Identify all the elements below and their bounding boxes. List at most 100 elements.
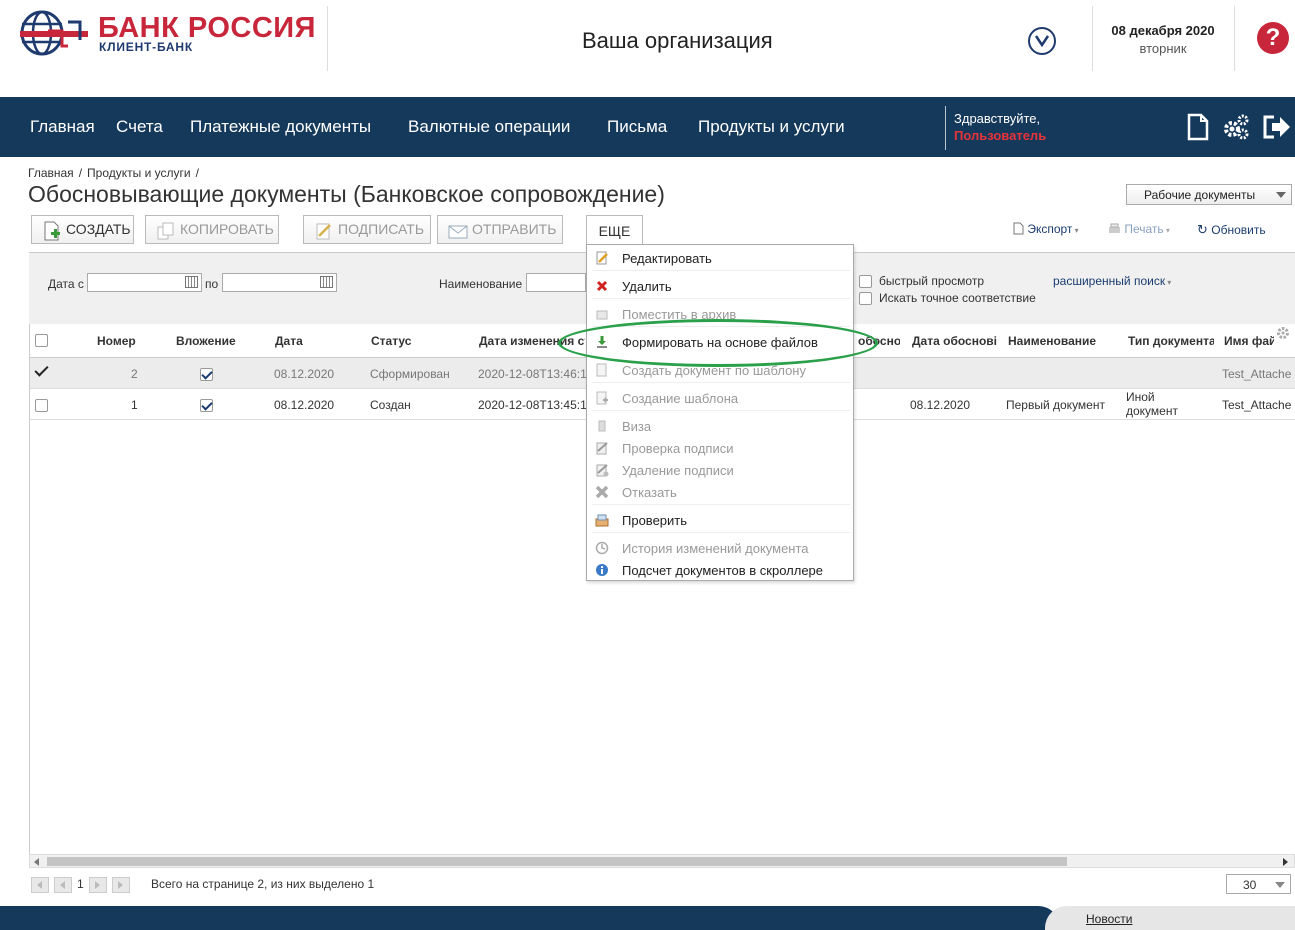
row-checkbox[interactable]	[35, 399, 48, 412]
menu-item-create-template[interactable]: Создание шаблона	[588, 387, 852, 409]
menu-item-count-documents[interactable]: Подсчет документов в скроллере	[588, 559, 852, 581]
nav-item-payments[interactable]: Платежные документы	[190, 117, 371, 137]
refresh-icon: ↻	[1197, 222, 1208, 237]
name-input[interactable]	[526, 273, 586, 292]
nav-item-currency[interactable]: Валютные операции	[408, 117, 570, 137]
column-settings-gear-icon[interactable]	[1276, 326, 1290, 340]
quick-view-checkbox[interactable]	[859, 275, 872, 288]
next-page-button[interactable]	[89, 877, 107, 893]
column-header-name[interactable]: Наименование	[1008, 334, 1096, 348]
nav-item-products[interactable]: Продукты и услуги	[698, 117, 845, 137]
header-divider	[1234, 6, 1235, 71]
column-header-number[interactable]: Номер	[97, 334, 136, 348]
menu-separator	[592, 504, 850, 505]
menu-item-create-from-template[interactable]: Создать документ по шаблону	[588, 359, 852, 381]
column-header-status-changed[interactable]: Дата изменения ст	[479, 334, 585, 348]
footer-news-tab	[1045, 906, 1295, 930]
advanced-search-link[interactable]: расширенный поиск ▾	[1053, 274, 1171, 288]
page-title: Обосновывающие документы (Банковское соп…	[28, 181, 665, 207]
column-header-date[interactable]: Дата	[275, 334, 303, 348]
current-date: 08 декабря 2020	[1111, 23, 1215, 38]
first-page-button[interactable]	[31, 877, 49, 893]
menu-item-edit[interactable]: Редактировать	[588, 247, 852, 269]
column-header-basis-date[interactable]: Дата обоснові	[912, 334, 998, 348]
print-button[interactable]: Печать ▾	[1108, 222, 1170, 236]
cell-date: 08.12.2020	[274, 398, 335, 412]
user-name[interactable]: Пользователь	[954, 128, 1046, 143]
cell-status-changed: 2020-12-08T13:45:1	[478, 398, 586, 412]
column-header-attachment[interactable]: Вложение	[176, 334, 236, 348]
menu-item-check-signature[interactable]: Проверка подписи	[588, 437, 852, 459]
menu-item-remove-signature[interactable]: Удаление подписи	[588, 459, 852, 481]
menu-item-label: Отказать	[622, 485, 677, 500]
logout-icon[interactable]	[1262, 113, 1290, 141]
column-header-doc-type[interactable]: Тип документа	[1128, 334, 1214, 348]
exact-match-checkbox[interactable]	[859, 292, 872, 305]
template-doc-icon	[596, 363, 607, 377]
cell-date: 08.12.2020	[274, 367, 335, 381]
menu-item-history[interactable]: История изменений документа	[588, 537, 852, 559]
menu-item-visa[interactable]: Виза	[588, 415, 852, 437]
header: БАНК РОССИЯ КЛИЕНТ-БАНК Ваша организация…	[0, 0, 1295, 97]
document-view-select[interactable]: Рабочие документы	[1126, 184, 1292, 205]
scrollbar-thumb[interactable]	[47, 857, 1067, 866]
sign-button[interactable]: ПОДПИСАТЬ	[303, 215, 431, 244]
calendar-icon[interactable]	[320, 276, 333, 288]
delete-icon	[596, 280, 608, 292]
attachment-checkbox	[200, 399, 213, 412]
help-icon[interactable]: ?	[1257, 22, 1289, 54]
menu-item-delete[interactable]: Удалить	[588, 275, 852, 297]
nav-item-accounts[interactable]: Счета	[116, 117, 163, 137]
menu-item-verify[interactable]: Проверить	[588, 509, 852, 531]
menu-item-form-from-files[interactable]: Формировать на основе файлов	[588, 331, 852, 353]
scroll-right-icon[interactable]	[1283, 858, 1288, 866]
exact-match-label: Искать точное соответствие	[879, 291, 1036, 305]
create-label: СОЗДАТЬ	[66, 221, 131, 237]
cell-name: Первый документ	[1006, 398, 1105, 412]
archive-icon	[596, 310, 608, 320]
last-page-button[interactable]	[112, 877, 130, 893]
menu-item-archive[interactable]: Поместить в архив	[588, 303, 852, 325]
date-to-input[interactable]	[222, 273, 337, 292]
prev-page-button[interactable]	[54, 877, 72, 893]
menu-item-label: Создать документ по шаблону	[622, 363, 806, 378]
select-all-checkbox[interactable]	[35, 334, 48, 347]
cell-basis-date: 08.12.2020	[910, 398, 971, 412]
menu-item-reject[interactable]: Отказать	[588, 481, 852, 503]
cell-doc-type: Иной документ	[1126, 390, 1178, 418]
refresh-button[interactable]: ↻ Обновить	[1197, 222, 1266, 238]
page-size-select[interactable]: 30	[1226, 874, 1291, 894]
calendar-icon[interactable]	[185, 276, 198, 288]
more-button[interactable]: ЕЩЕ	[586, 215, 643, 245]
document-icon[interactable]	[1186, 113, 1214, 141]
horizontal-scrollbar[interactable]	[29, 854, 1295, 868]
remove-sign-icon	[596, 464, 609, 477]
copy-button[interactable]: КОПИРОВАТЬ	[145, 215, 279, 244]
breadcrumb: Главная / Продукты и услуги /	[28, 166, 204, 180]
chevron-down-icon	[1035, 35, 1049, 47]
news-link[interactable]: Новости	[1086, 912, 1132, 926]
nav-item-home[interactable]: Главная	[30, 117, 95, 137]
column-header-basis[interactable]: обосно	[858, 334, 900, 348]
nav-item-letters[interactable]: Письма	[607, 117, 667, 137]
send-button[interactable]: ОТПРАВИТЬ	[437, 215, 563, 244]
date-from-input[interactable]	[87, 273, 202, 292]
row-checkbox[interactable]	[34, 365, 47, 378]
breadcrumb-home[interactable]: Главная	[28, 166, 74, 180]
date-from-label: Дата с	[48, 277, 84, 291]
header-divider	[1092, 6, 1093, 71]
organization-switch-button[interactable]	[1028, 27, 1056, 55]
print-label: Печать	[1124, 222, 1164, 236]
cell-status-changed: 2020-12-08T13:46:1	[478, 367, 586, 381]
settings-gears-icon[interactable]	[1222, 113, 1250, 141]
menu-item-label: Поместить в архив	[622, 307, 737, 322]
column-header-file-name[interactable]: Имя фай	[1224, 334, 1274, 348]
export-button[interactable]: Экспорт ▾	[1013, 222, 1079, 236]
create-button[interactable]: СОЗДАТЬ	[31, 215, 134, 244]
breadcrumb-products[interactable]: Продукты и услуги	[87, 166, 191, 180]
column-header-status[interactable]: Статус	[371, 334, 411, 348]
scroll-left-icon[interactable]	[34, 858, 39, 866]
cell-file-name: Test_Attache	[1222, 398, 1292, 412]
menu-separator	[592, 382, 850, 383]
menu-separator	[592, 532, 850, 533]
